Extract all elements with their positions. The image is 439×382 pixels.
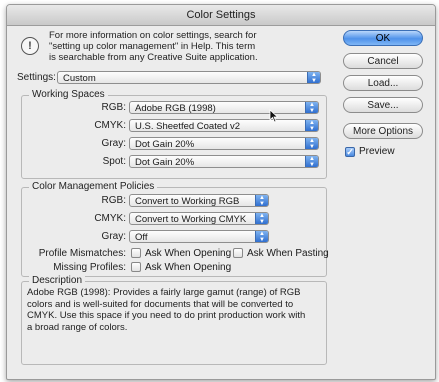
missing-ask-opening-label: Ask When Opening bbox=[145, 262, 232, 273]
policy-cmyk-label: CMYK: bbox=[94, 213, 126, 224]
more-options-button[interactable]: More Options bbox=[343, 123, 423, 139]
chevron-updown-icon: ▲ ▼ bbox=[255, 195, 268, 206]
policies-title: Color Management Policies bbox=[29, 181, 158, 192]
ws-gray-value: Dot Gain 20% bbox=[135, 139, 195, 150]
description-text: Adobe RGB (1998): Provides a fairly larg… bbox=[27, 287, 321, 333]
missing-ask-opening-checkbox[interactable] bbox=[131, 262, 141, 272]
ws-spot-select[interactable]: Dot Gain 20% ▲ ▼ bbox=[129, 155, 319, 168]
policy-gray-label: Gray: bbox=[101, 231, 126, 242]
info-line: "setting up color management" in Help. T… bbox=[49, 41, 256, 52]
policy-gray-select[interactable]: Off ▲ ▼ bbox=[129, 230, 269, 243]
cancel-button[interactable]: Cancel bbox=[343, 53, 423, 69]
policy-cmyk-value: Convert to Working CMYK bbox=[135, 214, 247, 225]
description-line: CMYK. Use this space if you need to do p… bbox=[27, 310, 306, 321]
ws-cmyk-select[interactable]: U.S. Sheetfed Coated v2 ▲ ▼ bbox=[129, 119, 319, 132]
save-button[interactable]: Save... bbox=[343, 97, 423, 113]
load-button[interactable]: Load... bbox=[343, 75, 423, 91]
policy-cmyk-select[interactable]: Convert to Working CMYK ▲ ▼ bbox=[129, 212, 269, 225]
policy-gray-value: Off bbox=[135, 232, 148, 243]
ws-cmyk-label: CMYK: bbox=[94, 120, 126, 131]
ws-spot-value: Dot Gain 20% bbox=[135, 157, 195, 168]
chevron-updown-icon: ▲ ▼ bbox=[307, 72, 320, 83]
description-line: a broad range of colors. bbox=[27, 321, 128, 333]
info-text: For more information on color settings, … bbox=[49, 30, 329, 63]
working-spaces-title: Working Spaces bbox=[29, 89, 108, 100]
ws-gray-select[interactable]: Dot Gain 20% ▲ ▼ bbox=[129, 137, 319, 150]
policy-rgb-label: RGB: bbox=[101, 195, 126, 206]
missing-profiles-label: Missing Profiles: bbox=[53, 262, 126, 273]
chevron-updown-icon: ▲ ▼ bbox=[255, 213, 268, 224]
settings-value: Custom bbox=[63, 73, 96, 84]
color-settings-dialog: Color Settings ! For more information on… bbox=[6, 4, 436, 380]
description-line: colors and is well-suited for documents … bbox=[27, 298, 294, 310]
mismatch-ask-opening-checkbox[interactable] bbox=[131, 248, 141, 258]
description-title: Description bbox=[29, 275, 86, 286]
chevron-updown-icon: ▲ ▼ bbox=[305, 102, 318, 113]
chevron-updown-icon: ▲ ▼ bbox=[305, 120, 318, 131]
info-icon: ! bbox=[21, 37, 39, 55]
settings-select[interactable]: Custom ▲ ▼ bbox=[57, 71, 321, 84]
chevron-updown-icon: ▲ ▼ bbox=[305, 156, 318, 167]
ws-rgb-select[interactable]: Adobe RGB (1998) ▲ ▼ bbox=[129, 101, 319, 114]
ws-rgb-label: RGB: bbox=[101, 102, 126, 113]
window-title: Color Settings bbox=[7, 5, 435, 26]
info-line: For more information on color settings, … bbox=[49, 30, 257, 41]
chevron-updown-icon: ▲ ▼ bbox=[305, 138, 318, 149]
preview-checkbox[interactable]: ✓ bbox=[345, 147, 355, 157]
mismatch-ask-pasting-label: Ask When Pasting bbox=[247, 248, 329, 259]
ok-button[interactable]: OK bbox=[343, 30, 423, 46]
policy-rgb-value: Convert to Working RGB bbox=[135, 196, 240, 207]
preview-label: Preview bbox=[359, 146, 395, 157]
ws-cmyk-value: U.S. Sheetfed Coated v2 bbox=[135, 121, 241, 132]
ws-spot-label: Spot: bbox=[102, 156, 126, 167]
chevron-updown-icon: ▲ ▼ bbox=[255, 231, 268, 242]
profile-mismatches-label: Profile Mismatches: bbox=[38, 248, 126, 259]
mismatch-ask-opening-label: Ask When Opening bbox=[145, 248, 232, 259]
settings-label: Settings: bbox=[17, 72, 56, 83]
policy-rgb-select[interactable]: Convert to Working RGB ▲ ▼ bbox=[129, 194, 269, 207]
ws-rgb-value: Adobe RGB (1998) bbox=[135, 103, 216, 114]
mismatch-ask-pasting-checkbox[interactable] bbox=[233, 248, 243, 258]
info-line: is searchable from any Creative Suite ap… bbox=[49, 52, 258, 63]
ws-gray-label: Gray: bbox=[101, 138, 126, 149]
mouse-pointer-icon bbox=[269, 109, 279, 123]
description-line: Adobe RGB (1998): Provides a fairly larg… bbox=[27, 287, 301, 298]
